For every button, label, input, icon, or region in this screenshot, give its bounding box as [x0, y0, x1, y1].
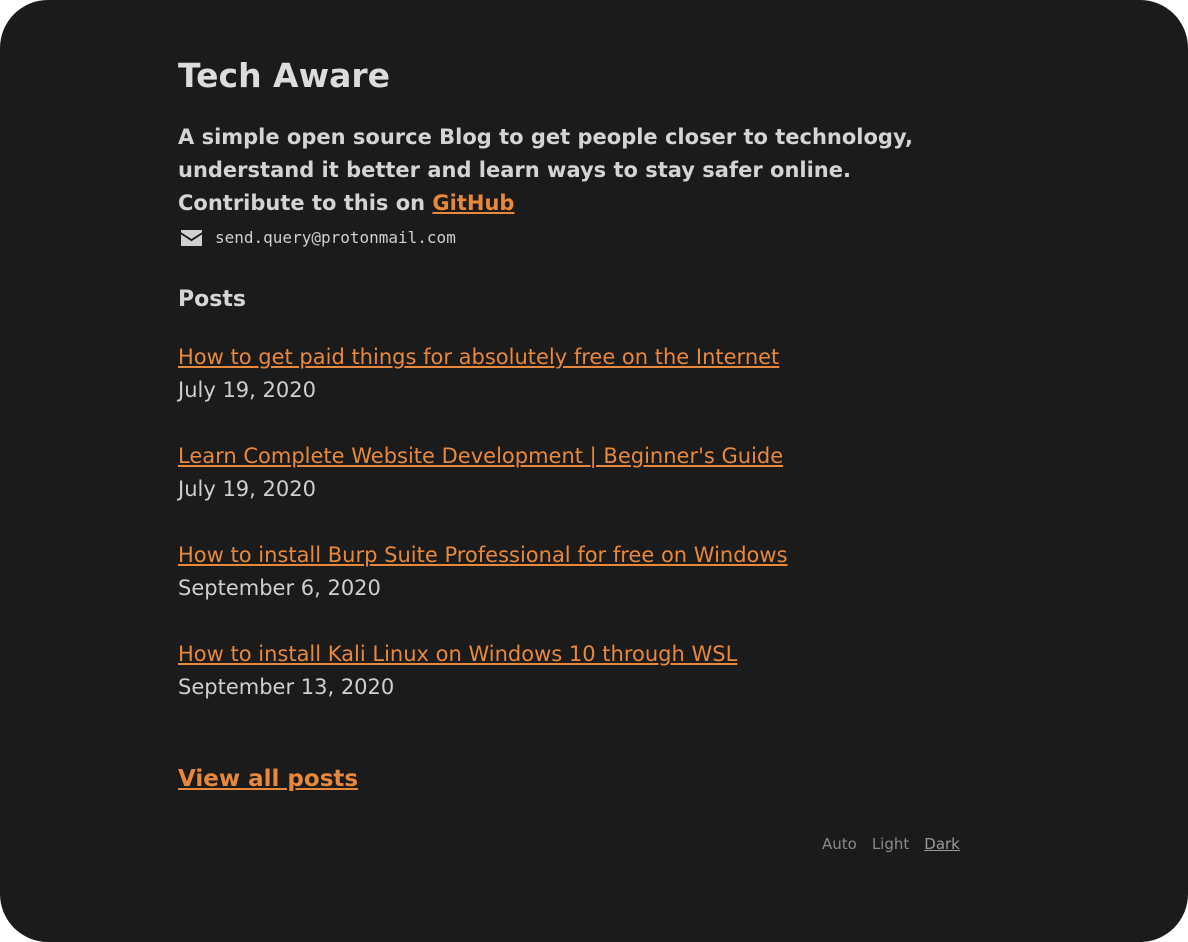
contact-email[interactable]: send.query@protonmail.com	[215, 227, 456, 249]
post-date: July 19, 2020	[178, 378, 316, 402]
theme-switcher: Auto Light Dark	[822, 833, 960, 855]
theme-option-light[interactable]: Light	[872, 833, 909, 855]
post-item: How to install Burp Suite Professional f…	[178, 540, 788, 603]
view-all-posts-link[interactable]: View all posts	[178, 763, 358, 795]
post-date: September 13, 2020	[178, 675, 395, 699]
tagline-text: A simple open source Blog to get people …	[178, 125, 913, 215]
site-tagline: A simple open source Blog to get people …	[178, 121, 978, 220]
post-link[interactable]: How to get paid things for absolutely fr…	[178, 342, 779, 372]
post-link[interactable]: How to install Kali Linux on Windows 10 …	[178, 639, 737, 669]
theme-option-auto[interactable]: Auto	[822, 833, 857, 855]
posts-heading: Posts	[178, 287, 246, 312]
post-link[interactable]: How to install Burp Suite Professional f…	[178, 540, 788, 570]
page-frame: Tech Aware A simple open source Blog to …	[0, 0, 1188, 942]
post-item: Learn Complete Website Development | Beg…	[178, 441, 783, 504]
site-title: Tech Aware	[178, 56, 391, 95]
envelope-icon	[180, 229, 203, 247]
post-link[interactable]: Learn Complete Website Development | Beg…	[178, 441, 783, 471]
contact-email-row: send.query@protonmail.com	[180, 227, 456, 249]
post-date: September 6, 2020	[178, 576, 381, 600]
post-date: July 19, 2020	[178, 477, 316, 501]
theme-option-dark[interactable]: Dark	[924, 833, 960, 855]
github-link[interactable]: GitHub	[432, 191, 514, 215]
post-item: How to get paid things for absolutely fr…	[178, 342, 779, 405]
post-item: How to install Kali Linux on Windows 10 …	[178, 639, 737, 702]
